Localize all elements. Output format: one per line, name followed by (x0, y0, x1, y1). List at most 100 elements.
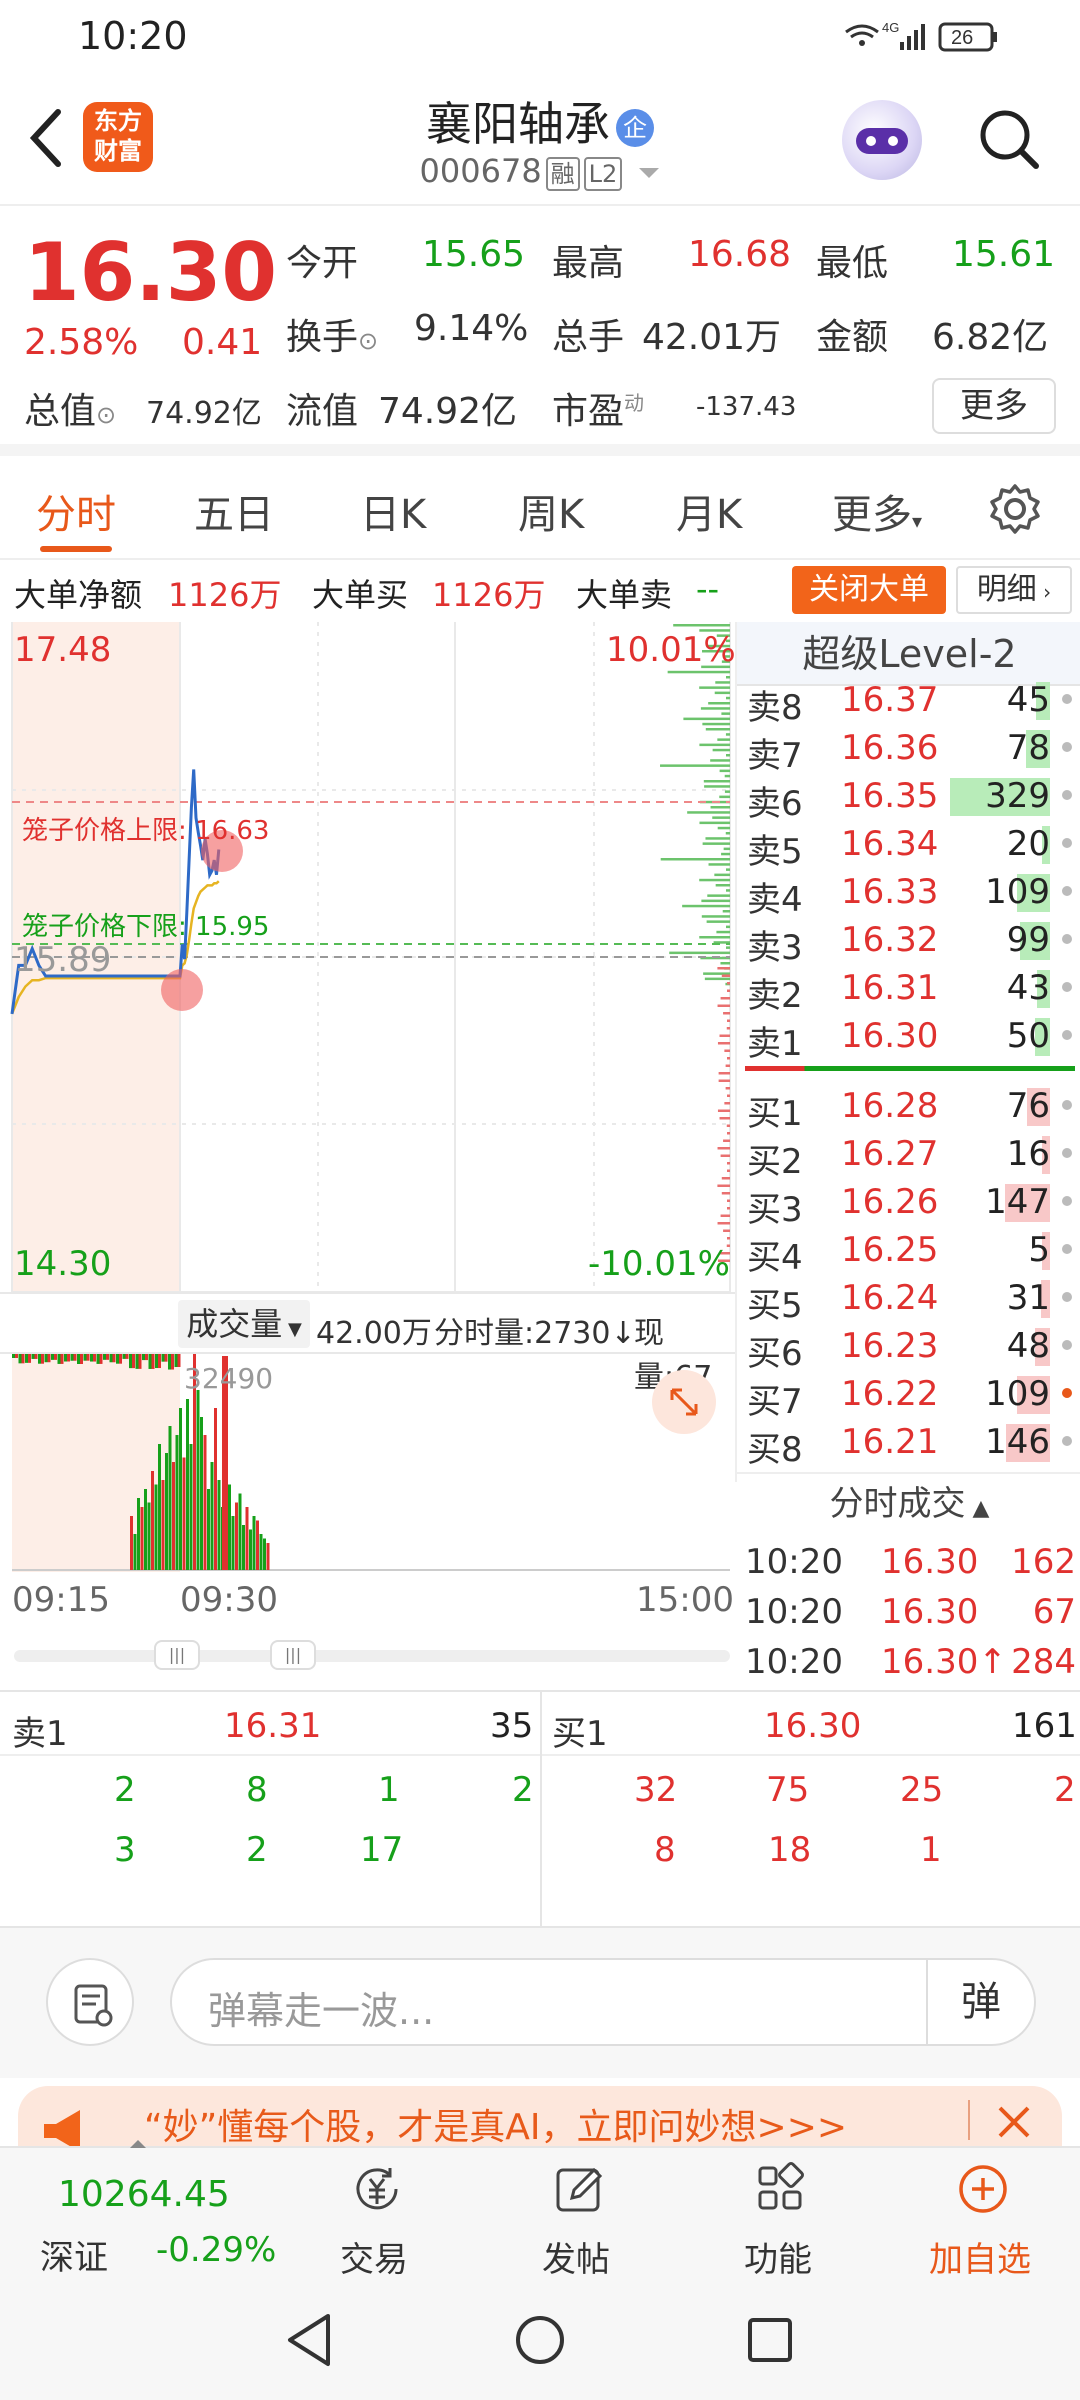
tab-intraday[interactable]: 分时 (36, 482, 116, 540)
bid-depth-bar (720, 1154, 730, 1157)
bid-row[interactable]: 买1 16.28 76 (737, 1082, 1080, 1134)
volume-indicator-select[interactable]: 成交量 ▼ (178, 1300, 310, 1348)
home-circle-icon[interactable] (514, 2314, 566, 2366)
bid-row[interactable]: 买7 16.22 109 (737, 1370, 1080, 1422)
detail-button[interactable]: 明细 › (956, 566, 1072, 614)
bid-row[interactable]: 买8 16.21 146 (737, 1418, 1080, 1470)
auction-volume-bar (132, 1354, 135, 1369)
tab-five-day[interactable]: 五日 (194, 482, 274, 540)
tab-weekly-k[interactable]: 周K (518, 482, 584, 540)
robot-assistant-icon[interactable] (842, 100, 922, 180)
volume-chart[interactable]: 32490 (0, 1354, 735, 1572)
bid-row[interactable]: 买3 16.26 147 (737, 1178, 1080, 1230)
bid-row[interactable]: 买4 16.25 5 (737, 1226, 1080, 1278)
buy-queue-item: 8 (654, 1830, 676, 1870)
auction-volume-bar (99, 1354, 103, 1364)
level-volume: 147 (985, 1182, 1050, 1222)
caret-down-icon (639, 168, 660, 178)
ask-depth-bar (726, 696, 730, 700)
auction-volume-bar (86, 1354, 90, 1361)
nav-trade[interactable]: 交易 (294, 2148, 454, 2284)
sell-queue-item: 17 (360, 1830, 404, 1870)
bid-row[interactable]: 买6 16.23 48 (737, 1322, 1080, 1374)
lower-pct-label: -10.01% (588, 1244, 730, 1284)
expand-icon[interactable] (652, 1370, 716, 1434)
big-sell-value: -- (696, 570, 720, 608)
ask-depth-bar (703, 780, 730, 783)
search-icon[interactable] (978, 108, 1040, 170)
auction-volume-bar (12, 1354, 15, 1358)
nav-add-watchlist[interactable]: 加自选 (900, 2148, 1060, 2284)
ask-depth-bar (712, 748, 730, 752)
ask-row[interactable]: 卖5 16.34 20 (737, 820, 1080, 872)
bid-row[interactable]: 买5 16.24 31 (737, 1274, 1080, 1326)
tick-header[interactable]: 分时成交 ▲ (737, 1472, 1080, 1532)
ask-row[interactable]: 卖2 16.31 43 (737, 964, 1080, 1016)
ask-row[interactable]: 卖8 16.37 45 (737, 676, 1080, 728)
volume-bar (196, 1390, 200, 1570)
level-price: 16.33 (841, 872, 939, 912)
tick-time: 10:20 (745, 1592, 843, 1632)
level-price: 16.22 (841, 1374, 939, 1414)
intraday-chart[interactable]: 17.48 14.30 10.01% -10.01% 15.89 笼子价格上限:… (0, 622, 736, 1293)
cage-lower-marker[interactable] (161, 969, 203, 1011)
ask-depth-bar (708, 863, 730, 866)
nav-functions[interactable]: 功能 (698, 2148, 858, 2284)
slider-right-handle[interactable]: ||| (270, 1640, 316, 1670)
buy-queue-item: 75 (766, 1770, 810, 1810)
change-amount: 0.41 (182, 322, 263, 363)
bid-depth-bar (717, 967, 730, 970)
ask-depth-bar (726, 946, 730, 949)
auction-volume-bar (109, 1354, 113, 1363)
more-quote-button[interactable]: 更多 (932, 378, 1056, 434)
bid-depth-bar (726, 1124, 730, 1127)
index-ticker[interactable]: 10264.45 深证 -0.29% (0, 2148, 300, 2284)
auction-volume-bar (112, 1354, 116, 1363)
ask-depth-bar (701, 915, 730, 918)
volume-bar (263, 1538, 266, 1570)
auction-volume-bar (122, 1354, 126, 1359)
comment-settings-icon[interactable] (46, 1958, 134, 2046)
volume-bar (231, 1516, 235, 1570)
danmaku-toggle-button[interactable]: 弹 (926, 1960, 1034, 2044)
bid-depth-bar (726, 1027, 730, 1030)
level2-order-book[interactable]: 超级Level-2 卖8 16.37 45 卖7 16.36 78 卖6 16.35 329 卖5… (735, 622, 1080, 1682)
system-navigation-bar (0, 2282, 1080, 2400)
ask-depth-bar (715, 884, 730, 887)
close-big-order-button[interactable]: 关闭大单 (792, 566, 946, 614)
level-price: 16.23 (841, 1326, 939, 1366)
queue-buy-price: 16.30 (764, 1706, 862, 1746)
slider-left-handle[interactable]: ||| (154, 1640, 200, 1670)
tick-row: 10:20 16.30↑ 284 (737, 1638, 1080, 1688)
status-bar: 10:20 4G 26 (0, 0, 1080, 72)
bid-depth-bar (718, 1072, 730, 1075)
ask-row[interactable]: 卖4 16.33 109 (737, 868, 1080, 920)
bid-depth-bar (727, 1094, 730, 1097)
enterprise-badge: 企 (616, 108, 654, 147)
ask-row[interactable]: 卖6 16.35 329 (737, 772, 1080, 824)
tab-daily-k[interactable]: 日K (360, 482, 426, 540)
settings-gear-icon[interactable] (988, 482, 1042, 536)
nav-post[interactable]: 发帖 (496, 2148, 656, 2284)
recents-square-icon[interactable] (746, 2316, 794, 2364)
bid-depth-bar (727, 1169, 730, 1172)
bid-depth-bar (723, 1012, 730, 1015)
stock-header: 东方 财富 襄阳轴承企 000678 融 L2 (0, 72, 1080, 206)
ask-row[interactable]: 卖3 16.32 99 (737, 916, 1080, 968)
tab-more[interactable]: 更多▾ (832, 482, 922, 540)
level-label: 买3 (747, 1190, 803, 1230)
queue-detail[interactable]: 卖1 16.31 35 买1 16.30 161 2 8 1 2 3 2 17 … (0, 1690, 1080, 1930)
nav-functions-label: 功能 (744, 2240, 812, 2280)
ask-row[interactable]: 卖7 16.36 78 (737, 724, 1080, 776)
add-circle-icon (959, 2165, 1007, 2213)
close-icon[interactable] (994, 2102, 1034, 2142)
volume-toolbar: 成交量 ▼ 42.00万 分时量:2730↓ 现量:67 (0, 1292, 735, 1395)
danmaku-input[interactable]: 弹幕走一波... 弹 (170, 1958, 1036, 2046)
stock-code-line[interactable]: 000678 融 L2 (0, 152, 1080, 191)
bid-depth-bar (717, 1109, 730, 1112)
ask-row[interactable]: 卖1 16.30 50 (737, 1012, 1080, 1064)
bid-row[interactable]: 买2 16.27 16 (737, 1130, 1080, 1182)
zoom-slider[interactable]: ||| ||| (14, 1640, 730, 1670)
tab-monthly-k[interactable]: 月K (676, 482, 742, 540)
back-triangle-icon[interactable] (284, 2312, 334, 2368)
